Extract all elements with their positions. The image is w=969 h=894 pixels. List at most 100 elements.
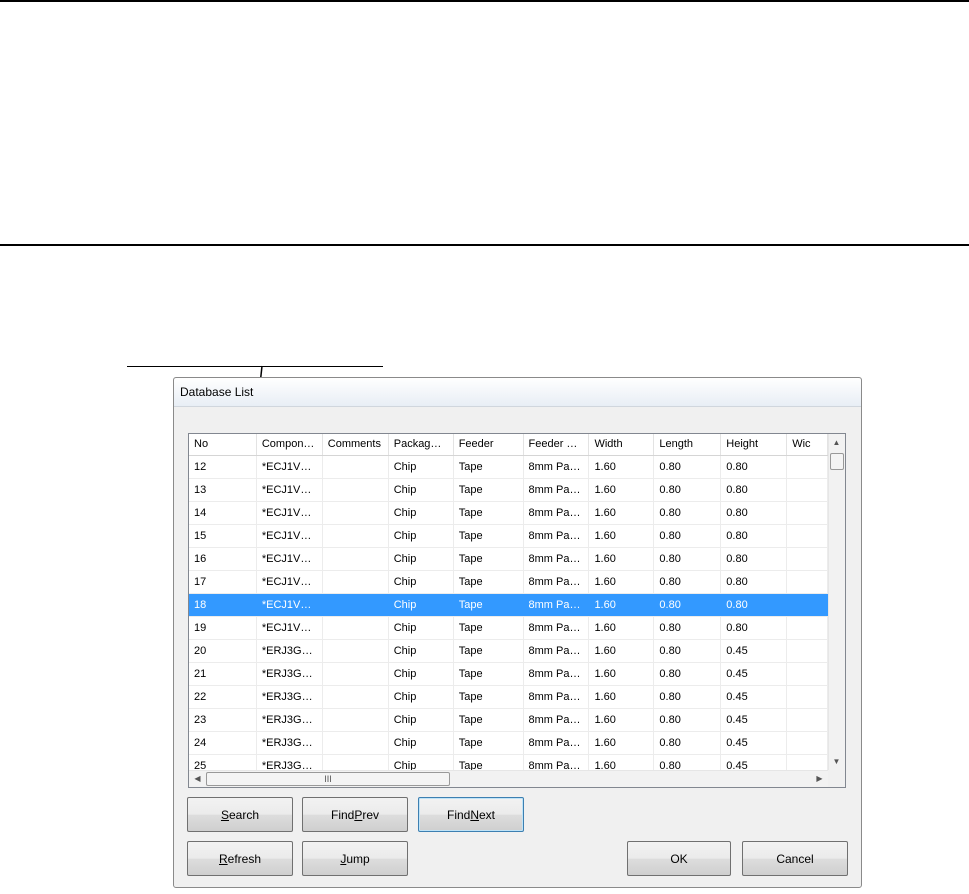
column-header[interactable]: Feeder xyxy=(454,434,524,455)
button-label: Refresh xyxy=(218,851,262,866)
table-cell xyxy=(787,594,828,616)
table-cell: Tape xyxy=(454,640,524,662)
table-cell: 0.80 xyxy=(654,755,722,770)
list-rows: 12 *ECJ1V… Chip Tape 8mm Pa… 1.60 0.80 0.80 13 *E… xyxy=(189,456,828,770)
table-cell: 0.45 xyxy=(721,663,788,685)
column-header[interactable]: Packag… xyxy=(389,434,454,455)
table-cell: 0.80 xyxy=(654,525,722,547)
table-cell: Tape xyxy=(454,479,524,501)
table-cell: 8mm Pa… xyxy=(524,732,590,754)
title-bar[interactable]: Database List xyxy=(174,378,861,407)
right-arrow-icon[interactable]: ▶ xyxy=(812,771,827,786)
table-cell: 0.80 xyxy=(654,594,722,616)
table-cell xyxy=(323,640,389,662)
refresh-button[interactable]: Refresh xyxy=(187,841,293,876)
table-cell: Tape xyxy=(454,755,524,770)
table-cell: 8mm Pa… xyxy=(524,479,590,501)
table-cell xyxy=(787,709,828,731)
down-arrow-icon[interactable]: ▼ xyxy=(829,754,844,769)
table-row[interactable]: 12 *ECJ1V… Chip Tape 8mm Pa… 1.60 0.80 0.80 xyxy=(189,456,828,479)
table-cell: Chip xyxy=(389,755,454,770)
table-cell: 8mm Pa… xyxy=(524,525,590,547)
table-row[interactable]: 20 *ERJ3G… Chip Tape 8mm Pa… 1.60 0.80 0.45 xyxy=(189,640,828,663)
table-cell: 1.60 xyxy=(589,548,655,570)
table-row[interactable]: 16 *ECJ1V… Chip Tape 8mm Pa… 1.60 0.80 0.80 xyxy=(189,548,828,571)
table-cell xyxy=(787,571,828,593)
table-cell: 23 xyxy=(189,709,257,731)
jump-button[interactable]: Jump xyxy=(302,841,408,876)
table-row[interactable]: 15 *ECJ1V… Chip Tape 8mm Pa… 1.60 0.80 0.80 xyxy=(189,525,828,548)
table-cell: *ERJ3G… xyxy=(257,663,323,685)
table-row[interactable]: 24 *ERJ3G… Chip Tape 8mm Pa… 1.60 0.80 0.45 xyxy=(189,732,828,755)
search-button[interactable]: Search xyxy=(187,797,293,832)
table-cell: Chip xyxy=(389,548,454,570)
table-cell xyxy=(323,755,389,770)
table-cell: *ECJ1V… xyxy=(257,617,323,639)
table-cell xyxy=(787,732,828,754)
table-cell xyxy=(787,548,828,570)
column-header[interactable]: Comments xyxy=(323,434,389,455)
table-cell: *ERJ3G… xyxy=(257,640,323,662)
button-label: Jump xyxy=(340,851,370,866)
table-cell: *ECJ1V… xyxy=(257,548,323,570)
table-cell: Chip xyxy=(389,663,454,685)
table-cell: 0.80 xyxy=(721,479,788,501)
table-cell: 18 xyxy=(189,594,257,616)
table-cell: 16 xyxy=(189,548,257,570)
section-rule xyxy=(0,244,969,246)
table-cell xyxy=(323,663,389,685)
vertical-scroll-thumb[interactable] xyxy=(830,453,844,470)
table-row[interactable]: 17 *ECJ1V… Chip Tape 8mm Pa… 1.60 0.80 0.80 xyxy=(189,571,828,594)
table-cell: Chip xyxy=(389,479,454,501)
left-arrow-icon[interactable]: ◀ xyxy=(190,771,205,786)
table-row[interactable]: 22 *ERJ3G… Chip Tape 8mm Pa… 1.60 0.80 0.45 xyxy=(189,686,828,709)
column-header[interactable]: Height xyxy=(721,434,788,455)
table-row[interactable]: 21 *ERJ3G… Chip Tape 8mm Pa… 1.60 0.80 0.45 xyxy=(189,663,828,686)
table-row[interactable]: 23 *ERJ3G… Chip Tape 8mm Pa… 1.60 0.80 0.45 xyxy=(189,709,828,732)
top-rule xyxy=(0,0,969,2)
table-cell: Chip xyxy=(389,456,454,478)
table-row[interactable]: 13 *ECJ1V… Chip Tape 8mm Pa… 1.60 0.80 0.80 xyxy=(189,479,828,502)
column-header[interactable]: No xyxy=(189,434,257,455)
column-header[interactable]: Compon… xyxy=(257,434,323,455)
column-header[interactable]: Length xyxy=(654,434,722,455)
table-cell xyxy=(787,456,828,478)
find-next-button[interactable]: FindNext xyxy=(418,797,524,832)
table-cell: 0.80 xyxy=(654,709,722,731)
table-cell: 8mm Pa… xyxy=(524,640,590,662)
column-header[interactable]: Feeder … xyxy=(524,434,590,455)
table-row[interactable]: 19 *ECJ1V… Chip Tape 8mm Pa… 1.60 0.80 0.80 xyxy=(189,617,828,640)
table-cell: Chip xyxy=(389,686,454,708)
table-cell: 8mm Pa… xyxy=(524,617,590,639)
table-cell xyxy=(787,525,828,547)
table-cell: 0.80 xyxy=(654,663,722,685)
horizontal-scrollbar[interactable]: ◀ III ▶ xyxy=(189,770,828,787)
button-label: FindPrev xyxy=(330,807,380,822)
table-cell xyxy=(787,502,828,524)
table-cell: 8mm Pa… xyxy=(524,571,590,593)
table-cell xyxy=(323,525,389,547)
button-label: Cancel xyxy=(776,851,814,866)
table-cell: 0.45 xyxy=(721,732,788,754)
table-cell: 0.80 xyxy=(654,732,722,754)
table-cell: *ERJ3G… xyxy=(257,755,323,770)
up-arrow-icon[interactable]: ▲ xyxy=(829,435,844,450)
table-row[interactable]: 25 *ERJ3G… Chip Tape 8mm Pa… 1.60 0.80 0.45 xyxy=(189,755,828,770)
callout-underline xyxy=(127,366,383,367)
table-row[interactable]: 18 *ECJ1V… Chip Tape 8mm Pa… 1.60 0.80 0.80 xyxy=(189,594,828,617)
table-cell: 0.45 xyxy=(721,755,788,770)
table-cell: 25 xyxy=(189,755,257,770)
column-header[interactable]: Wic xyxy=(787,434,828,455)
horizontal-scroll-thumb[interactable]: III xyxy=(206,772,450,786)
database-list-view[interactable]: No Compon… Comments Packag… Feeder Feeder … Wi… xyxy=(188,433,846,788)
table-cell: 0.80 xyxy=(654,502,722,524)
table-row[interactable]: 14 *ECJ1V… Chip Tape 8mm Pa… 1.60 0.80 0.80 xyxy=(189,502,828,525)
vertical-scrollbar[interactable]: ▲ ▼ xyxy=(828,434,845,770)
table-cell: *ECJ1V… xyxy=(257,456,323,478)
table-cell: 1.60 xyxy=(589,502,655,524)
cancel-button[interactable]: Cancel xyxy=(742,841,848,876)
column-header[interactable]: Width xyxy=(589,434,655,455)
find-prev-button[interactable]: FindPrev xyxy=(302,797,408,832)
table-cell: 0.80 xyxy=(654,456,722,478)
ok-button[interactable]: OK xyxy=(627,841,731,876)
